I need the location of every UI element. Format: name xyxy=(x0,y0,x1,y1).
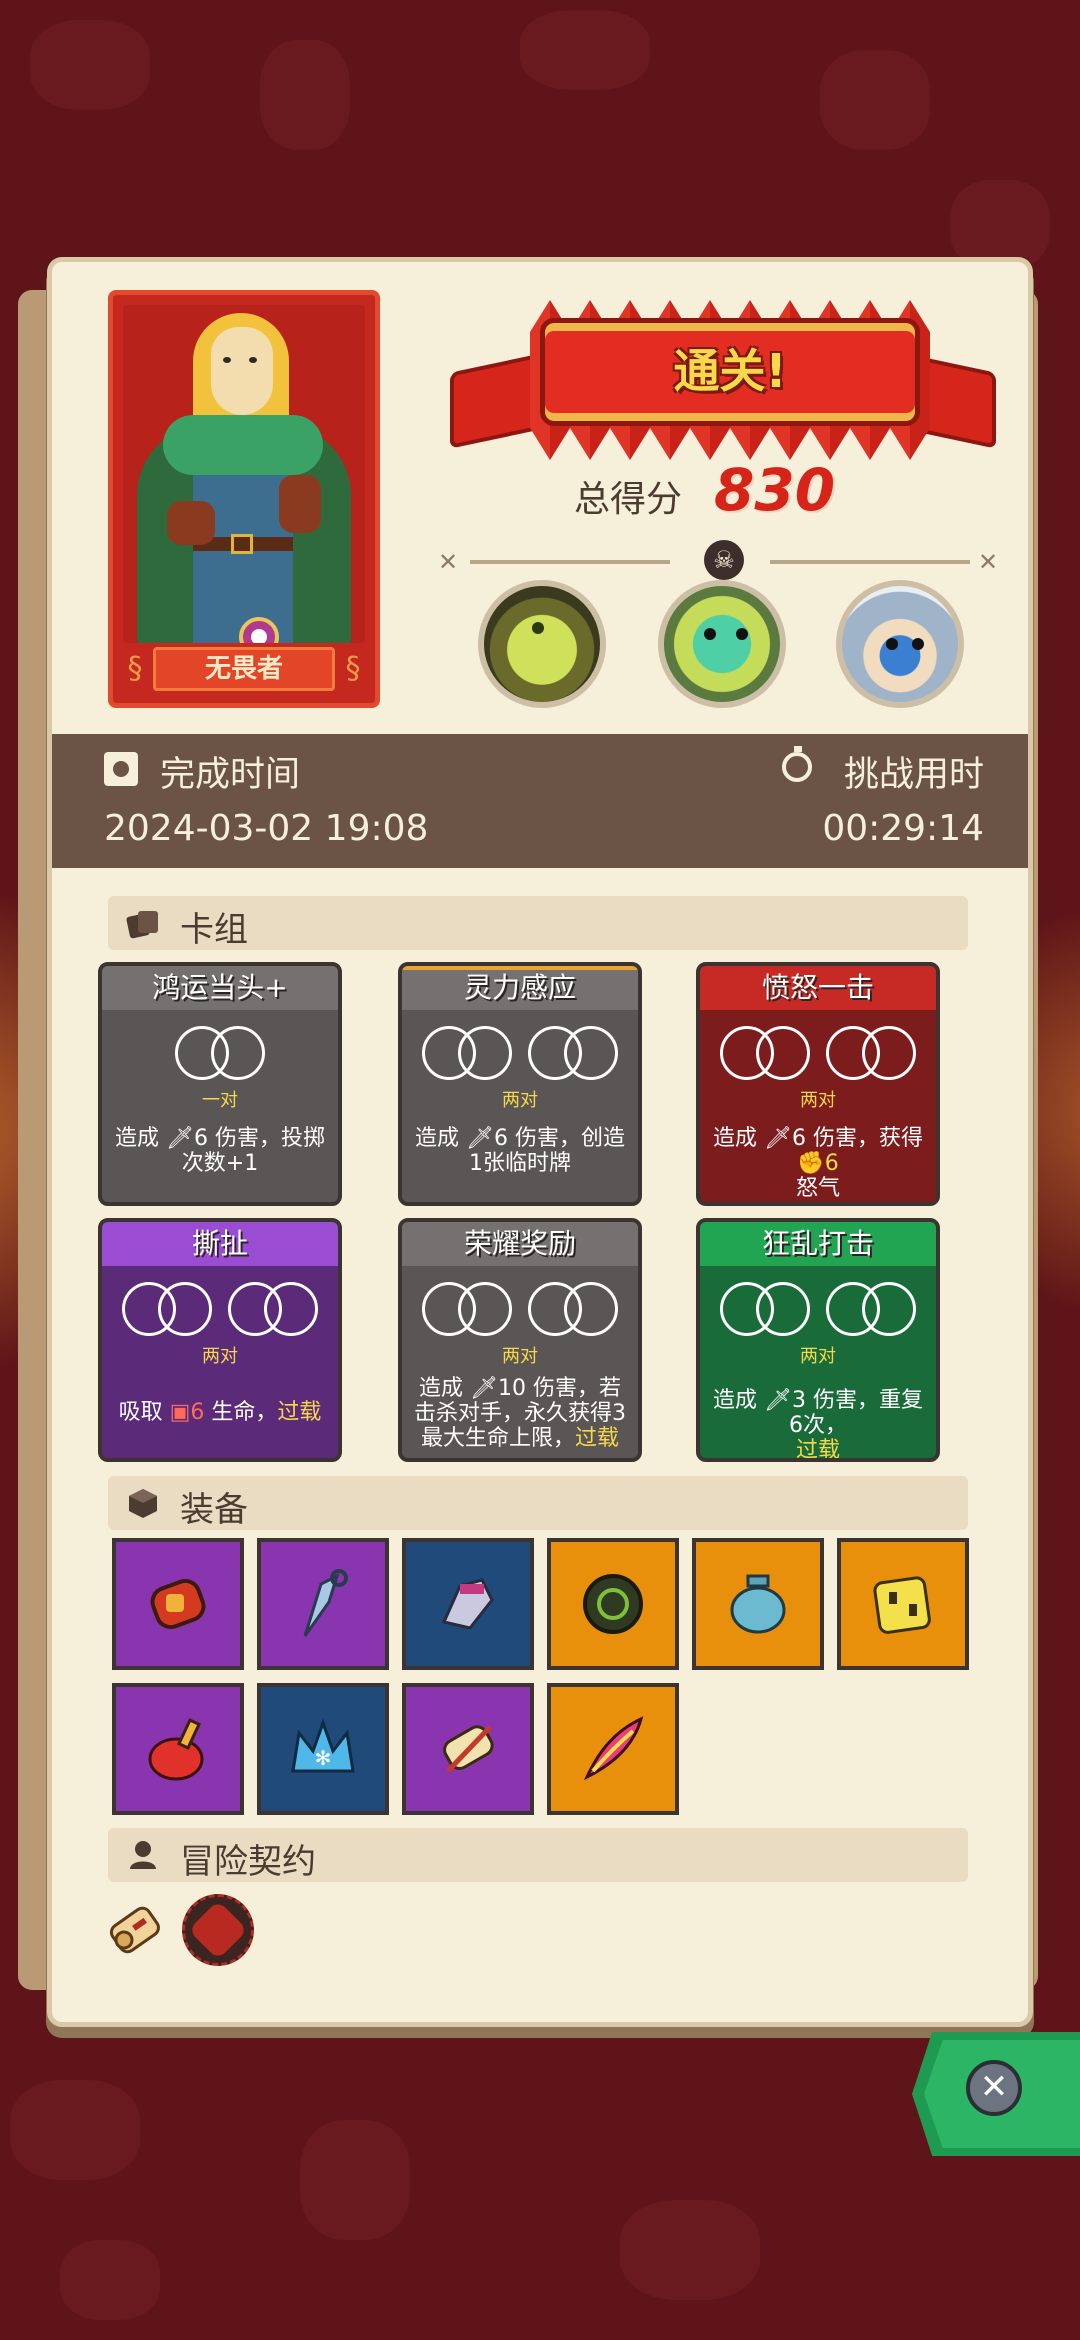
cards-icon xyxy=(126,911,158,939)
close-button[interactable]: ✕ xyxy=(966,2060,1022,2116)
card-combo: 两对 xyxy=(502,1090,538,1111)
crossed-swords-icon: ✕ xyxy=(438,548,459,576)
drain-amount: 6 xyxy=(190,1400,205,1425)
card-combo: 两对 xyxy=(800,1346,836,1367)
dice-slots xyxy=(102,1026,338,1088)
skull-icon: ☠ xyxy=(704,540,744,580)
card-description: 吸取 ▣6 生命，过载 xyxy=(110,1400,330,1425)
cube-icon xyxy=(129,1489,157,1518)
deck-section-header: 卡组 xyxy=(108,896,968,950)
score-label: 总得分 xyxy=(574,479,683,520)
card-combo: 两对 xyxy=(800,1090,836,1111)
deck-section-title: 卡组 xyxy=(180,910,248,950)
close-icon: ✕ xyxy=(979,2067,1009,2107)
card-hongyun[interactable]: 鸿运当头+ 一对 造成 🗡6 伤害，投掷次数+1 xyxy=(98,962,342,1206)
card-title: 撕扯 xyxy=(102,1222,338,1266)
divider-line xyxy=(470,560,670,564)
card-rongyao[interactable]: 荣耀奖励 两对 造成 🗡10 伤害，若击杀对手，永久获得3最大生命上限，过载 xyxy=(398,1218,642,1462)
hero-name-label: 无畏者 xyxy=(153,647,335,691)
equip-blue-vase-icon[interactable] xyxy=(692,1538,824,1670)
crossed-swords-icon: ✕ xyxy=(978,548,999,576)
card-description: 造成 🗡10 伤害，若击杀对手，永久获得3最大生命上限，过载 xyxy=(410,1376,630,1451)
card-description: 造成 🗡6 伤害，创造1张临时牌 xyxy=(415,1126,625,1176)
equipment-section-header: 装备 xyxy=(108,1476,968,1530)
card-kuangluan[interactable]: 狂乱打击 两对 造成 🗡3 伤害，重复6次， 过载 xyxy=(696,1218,940,1462)
boss-yeti-icon[interactable] xyxy=(836,580,964,708)
victory-title: 通关! xyxy=(673,344,787,398)
equip-ice-crown-icon[interactable]: ✻ xyxy=(257,1683,389,1815)
boss-green-dragon-icon[interactable] xyxy=(658,580,786,708)
equip-red-gauntlet-icon[interactable] xyxy=(112,1538,244,1670)
dice-slots xyxy=(700,1282,936,1344)
equipment-section-title: 装备 xyxy=(180,1490,248,1530)
duration-value: 00:29:14 xyxy=(822,808,984,849)
rage-icon: ✊ xyxy=(797,1151,825,1176)
card-sichu[interactable]: 撕扯 两对 吸取 ▣6 生命，过载 xyxy=(98,1218,342,1462)
equip-dark-horn-icon[interactable] xyxy=(547,1538,679,1670)
card-title: 荣耀奖励 xyxy=(402,1222,638,1266)
duration-label: 挑战用时 xyxy=(843,755,984,795)
dice-slots xyxy=(102,1282,338,1344)
keyword-overload[interactable]: 过载 xyxy=(575,1426,619,1451)
drain-icon: ▣ xyxy=(169,1400,191,1425)
card-description: 造成 🗡3 伤害，重复6次， 过载 xyxy=(708,1388,928,1458)
card-title: 鸿运当头+ xyxy=(102,966,338,1010)
equip-flame-feather-icon[interactable] xyxy=(547,1683,679,1815)
card-title: 愤怒一击 xyxy=(700,966,936,1010)
hero-illustration xyxy=(123,305,365,643)
contract-section-header: 冒险契约 xyxy=(108,1828,968,1882)
card-lingli[interactable]: 灵力感应 两对 造成 🗡6 伤害，创造1张临时牌 xyxy=(398,962,642,1206)
desc-text: 吸取 xyxy=(118,1400,163,1425)
equip-red-potion-icon[interactable] xyxy=(112,1683,244,1815)
desc-tail: 怒气 xyxy=(795,1176,840,1201)
hero-portrait-card: § § 无畏者 xyxy=(108,290,380,708)
dice-slots xyxy=(700,1026,936,1088)
desc-text: 造成 🗡6 伤害，获得 xyxy=(713,1126,923,1151)
card-description: 造成 🗡6 伤害，投掷次数+1 xyxy=(115,1126,325,1176)
boss-skeleton-dragon-icon[interactable] xyxy=(478,580,606,708)
person-icon xyxy=(130,1841,156,1869)
dice-slots xyxy=(402,1282,638,1344)
keyword-overload[interactable]: 过载 xyxy=(796,1438,840,1458)
keyword-overload[interactable]: 过载 xyxy=(277,1400,321,1425)
red-rune-icon[interactable] xyxy=(182,1894,254,1966)
rage-amount: 6 xyxy=(824,1151,839,1176)
desc-text: 造成 🗡3 伤害，重复6次， xyxy=(713,1388,923,1438)
card-title: 灵力感应 xyxy=(402,966,638,1010)
equip-ice-dagger-icon[interactable] xyxy=(257,1538,389,1670)
card-combo: 两对 xyxy=(502,1346,538,1367)
equip-armored-glove-icon[interactable] xyxy=(402,1538,534,1670)
card-title: 狂乱打击 xyxy=(700,1222,936,1266)
svg-text:✻: ✻ xyxy=(315,1746,332,1770)
card-combo: 一对 xyxy=(202,1090,238,1111)
contract-section-title: 冒险契约 xyxy=(180,1842,316,1882)
card-combo: 两对 xyxy=(202,1346,238,1367)
stopwatch-icon xyxy=(782,746,812,782)
scroll-icon[interactable] xyxy=(104,1896,168,1960)
divider-line xyxy=(770,560,970,564)
card-description: 造成 🗡6 伤害，获得 ✊6 怒气 xyxy=(708,1126,928,1201)
score-value: 830 xyxy=(714,456,836,524)
equip-yellow-die-icon[interactable] xyxy=(837,1538,969,1670)
film-reel-icon xyxy=(104,752,138,786)
finish-time-label: 完成时间 xyxy=(160,755,301,795)
dragon-ornament-icon: § xyxy=(127,651,143,686)
card-fennu[interactable]: 愤怒一击 两对 造成 🗡6 伤害，获得 ✊6 怒气 xyxy=(696,962,940,1206)
equip-scroll-blade-icon[interactable] xyxy=(402,1683,534,1815)
dice-slots xyxy=(402,1026,638,1088)
finish-time-value: 2024-03-02 19:08 xyxy=(104,808,429,849)
desc-tail: 生命， xyxy=(211,1400,278,1425)
dragon-ornament-icon: § xyxy=(345,651,361,686)
